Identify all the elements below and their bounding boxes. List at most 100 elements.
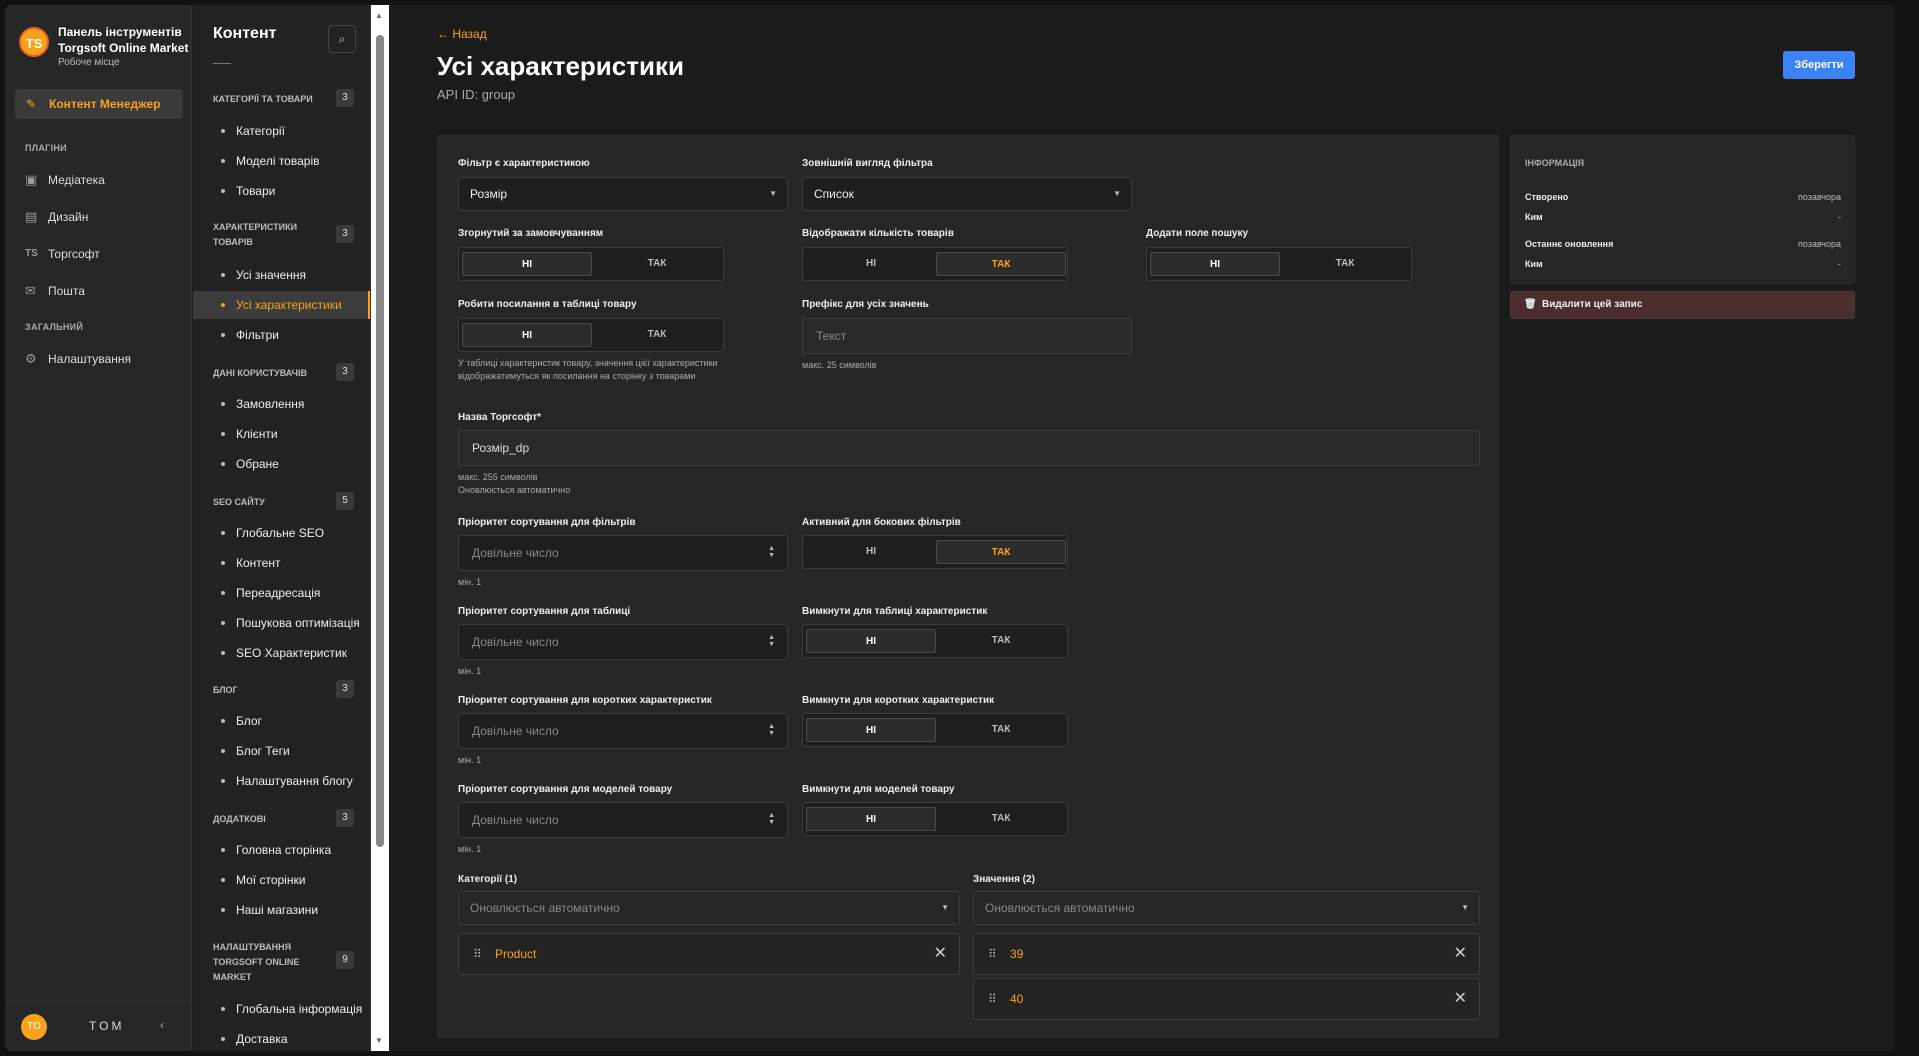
toggle-yes[interactable]: ТАК bbox=[936, 252, 1066, 276]
values-select[interactable]: Оновлюється автоматично ▼ bbox=[973, 891, 1480, 925]
content-item-categories[interactable]: Категорії bbox=[193, 117, 370, 145]
content-item-redirects[interactable]: Переадресація bbox=[193, 579, 370, 607]
content-item-clients[interactable]: Клієнти bbox=[193, 420, 370, 448]
nav-torgsoft[interactable]: TS Торгсофт bbox=[25, 244, 100, 264]
content-item-all-characteristics[interactable]: Усі характеристики bbox=[193, 291, 370, 319]
toggle-no[interactable]: НІ bbox=[1150, 252, 1280, 276]
content-item-products[interactable]: Товари bbox=[193, 177, 370, 205]
delete-button[interactable]: 🗑 Видалити цей запис bbox=[1510, 291, 1855, 319]
content-item-seo-optimization[interactable]: Пошукова оптимізація bbox=[193, 609, 370, 637]
toggle-no[interactable]: НІ bbox=[806, 807, 936, 831]
side-filters-label: Активний для бокових фільтрів bbox=[802, 517, 961, 528]
toggle-no[interactable]: НІ bbox=[806, 540, 936, 564]
links-hint: У таблиці характеристик товару, значення… bbox=[458, 358, 718, 381]
toggle-no[interactable]: НІ bbox=[806, 629, 936, 653]
content-item-blog-settings[interactable]: Налаштування блогу bbox=[193, 767, 370, 795]
toggle-yes[interactable]: ТАК bbox=[936, 807, 1066, 831]
page-title: Усі характеристики bbox=[437, 51, 684, 81]
content-item-global-info[interactable]: Глобальна інформація bbox=[193, 995, 370, 1023]
content-item-blog[interactable]: Блог bbox=[193, 707, 370, 735]
toggle-no[interactable]: НІ bbox=[806, 252, 936, 276]
delete-button-label: Видалити цей запис bbox=[1542, 299, 1643, 310]
content-item-orders[interactable]: Замовлення bbox=[193, 390, 370, 418]
filter-label: Фільтр є характеристикою bbox=[458, 158, 590, 169]
drag-handle-icon[interactable]: ⠿ bbox=[473, 934, 482, 974]
appearance-select[interactable]: Список ▼ bbox=[802, 177, 1132, 211]
toggle-yes[interactable]: ТАК bbox=[592, 252, 722, 276]
categories-select[interactable]: Оновлюється автоматично ▼ bbox=[458, 891, 960, 925]
nav-content-manager[interactable]: ✎ Контент Менеджер bbox=[15, 89, 183, 119]
info-updated-value: позавчора bbox=[1798, 239, 1841, 249]
content-item-seo-characteristics[interactable]: SEO Характеристик bbox=[193, 639, 370, 667]
arrow-left-icon: ← bbox=[437, 27, 453, 41]
nav-design-label: Дизайн bbox=[48, 210, 89, 224]
collapse-sidebar-icon[interactable]: ‹ bbox=[160, 1018, 164, 1032]
avatar[interactable]: TO bbox=[21, 1014, 47, 1040]
main-area: ← Назад Усі характеристики API ID: group… bbox=[389, 5, 1895, 1051]
nav-design[interactable]: ▤ Дизайн bbox=[25, 207, 88, 227]
info-created-label: Створено bbox=[1525, 192, 1569, 202]
sort-filters-hint: мін. 1 bbox=[458, 577, 482, 587]
nav-media-library[interactable]: ▣ Медіатека bbox=[25, 170, 105, 190]
collapsed-toggle: НІ ТАК bbox=[458, 247, 724, 281]
value-chip[interactable]: ⠿ 40 ✕ bbox=[973, 978, 1480, 1020]
sort-filters-input[interactable]: Довільне число ▲ ▼ bbox=[458, 535, 788, 571]
prefix-input[interactable]: Текст bbox=[802, 318, 1132, 354]
prefix-hint: макс. 25 символів bbox=[802, 360, 877, 370]
content-item-global-seo[interactable]: Глобальне SEO bbox=[193, 519, 370, 547]
content-panel-scrollbar[interactable]: ▲ ▼ bbox=[371, 5, 389, 1051]
content-item-all-values[interactable]: Усі значення bbox=[193, 261, 370, 289]
back-link[interactable]: ← Назад bbox=[437, 27, 487, 41]
toggle-yes[interactable]: ТАК bbox=[936, 718, 1066, 742]
content-item-blog-tags[interactable]: Блог Теги bbox=[193, 737, 370, 765]
save-button[interactable]: Зберегти bbox=[1783, 51, 1855, 79]
torgsoft-name-input[interactable]: Розмір_dp bbox=[458, 430, 1480, 466]
brand-subtitle: Робоче місце bbox=[58, 57, 120, 68]
content-item-our-stores[interactable]: Наші магазини bbox=[193, 896, 370, 924]
group-title: ХАРАКТЕРИСТИКИ ТОВАРІВ bbox=[213, 222, 298, 247]
toggle-no[interactable]: НІ bbox=[462, 323, 592, 347]
drag-handle-icon[interactable]: ⠿ bbox=[988, 979, 997, 1019]
sort-models-input[interactable]: Довільне число ▲ ▼ bbox=[458, 802, 788, 838]
value-chip[interactable]: ⠿ 39 ✕ bbox=[973, 933, 1480, 975]
sort-table-input[interactable]: Довільне число ▲ ▼ bbox=[458, 624, 788, 660]
sort-models-placeholder: Довільне число bbox=[472, 813, 559, 827]
toggle-yes[interactable]: ТАК bbox=[1280, 252, 1410, 276]
toggle-yes[interactable]: ТАК bbox=[592, 323, 722, 347]
stepper-icon[interactable]: ▲ ▼ bbox=[768, 545, 775, 559]
close-icon[interactable]: ✕ bbox=[1454, 979, 1467, 1019]
toggle-no[interactable]: НІ bbox=[462, 252, 592, 276]
stepper-icon[interactable]: ▲ ▼ bbox=[768, 812, 775, 826]
stepper-icon[interactable]: ▲ ▼ bbox=[768, 634, 775, 648]
content-item-home-page[interactable]: Головна сторінка bbox=[193, 836, 370, 864]
edit-form: Фільтр є характеристикою Розмір ▼ Зовнішн… bbox=[437, 135, 1499, 1038]
content-item-filters[interactable]: Фільтри bbox=[193, 321, 370, 349]
stepper-icon[interactable]: ▲ ▼ bbox=[768, 723, 775, 737]
brand: TS Панель інструментів Torgsoft Online M… bbox=[15, 19, 190, 71]
toggle-yes[interactable]: ТАК bbox=[936, 540, 1066, 564]
content-item-product-models[interactable]: Моделі товарів bbox=[193, 147, 370, 175]
filter-select[interactable]: Розмір ▼ bbox=[458, 177, 788, 211]
info-updated-row: Останнє оновлення позавчора bbox=[1525, 239, 1841, 249]
sort-short-input[interactable]: Довільне число ▲ ▼ bbox=[458, 713, 788, 749]
content-item-my-pages[interactable]: Мої сторінки bbox=[193, 866, 370, 894]
nav-mail[interactable]: ✉ Пошта bbox=[25, 281, 85, 301]
content-item-delivery[interactable]: Доставка bbox=[193, 1025, 370, 1051]
category-chip[interactable]: ⠿ Product ✕ bbox=[458, 933, 960, 975]
filter-select-value: Розмір bbox=[470, 187, 508, 201]
nav-settings[interactable]: ⚙ Налаштування bbox=[25, 349, 131, 369]
torgsoft-name-hint-max: макс. 255 символів bbox=[458, 472, 538, 482]
search-button[interactable]: ⌕ bbox=[328, 25, 356, 53]
scroll-up-icon[interactable]: ▲ bbox=[375, 11, 383, 20]
drag-handle-icon[interactable]: ⠿ bbox=[988, 934, 997, 974]
toggle-yes[interactable]: ТАК bbox=[936, 629, 1066, 653]
close-icon[interactable]: ✕ bbox=[1454, 934, 1467, 974]
content-item-favorites[interactable]: Обране bbox=[193, 450, 370, 478]
close-icon[interactable]: ✕ bbox=[934, 934, 947, 974]
toggle-no[interactable]: НІ bbox=[806, 718, 936, 742]
disable-short-toggle: НІ ТАК bbox=[802, 713, 1068, 747]
links-toggle: НІ ТАК bbox=[458, 318, 724, 352]
content-item-content[interactable]: Контент bbox=[193, 549, 370, 577]
scroll-down-icon[interactable]: ▼ bbox=[375, 1036, 383, 1045]
scrollbar-thumb[interactable] bbox=[376, 35, 384, 847]
